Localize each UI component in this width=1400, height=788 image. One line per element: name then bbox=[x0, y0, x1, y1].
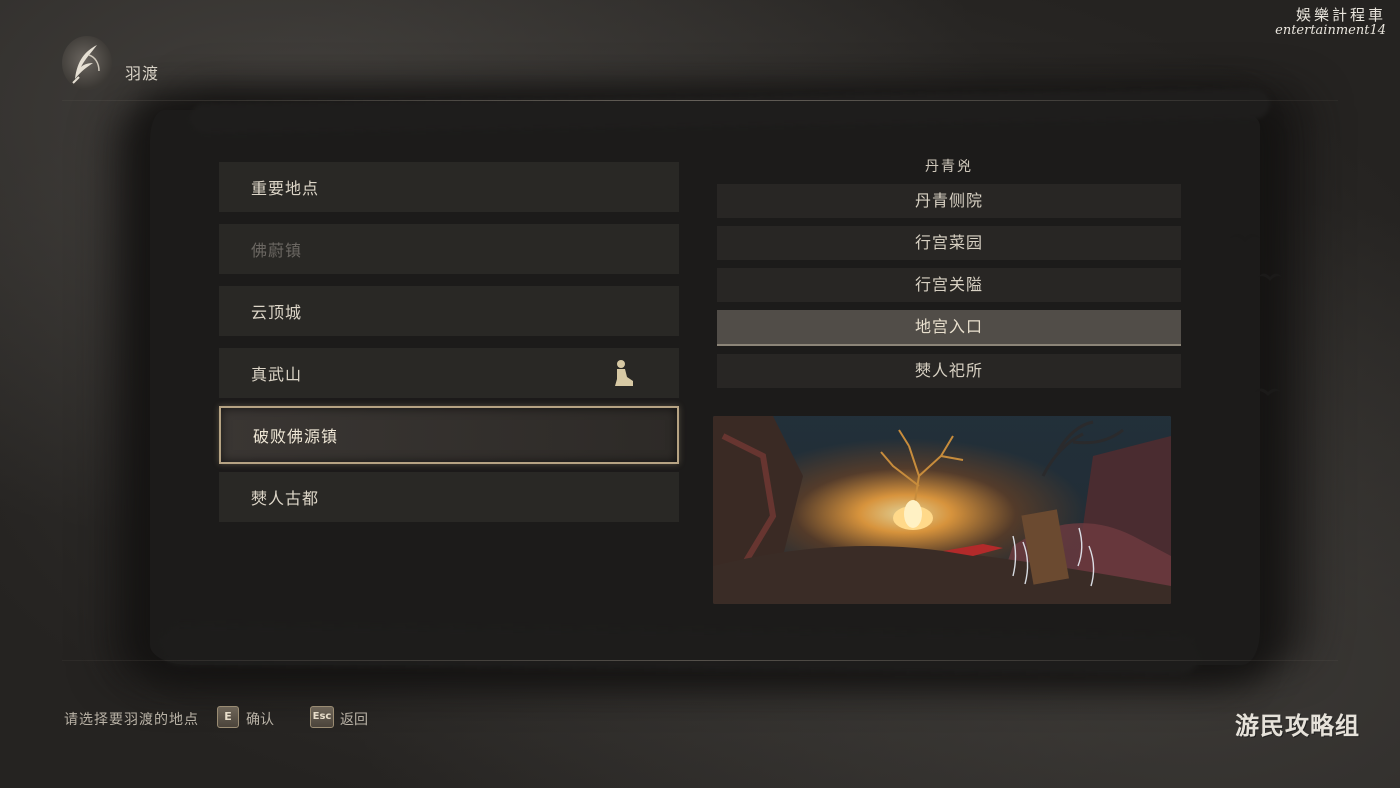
bird-silhouette-icon bbox=[1258, 273, 1282, 281]
gamersky-logo: 游民攻略组 bbox=[1235, 712, 1360, 740]
bird-silhouette-icon bbox=[1255, 388, 1281, 396]
region-item-yunding[interactable]: 云顶城 bbox=[219, 286, 679, 336]
site-item[interactable]: 僰人祀所 bbox=[717, 354, 1181, 388]
region-label: 佛蔚镇 bbox=[251, 241, 303, 260]
site-item[interactable]: 行宫关隘 bbox=[717, 268, 1181, 302]
back-label[interactable]: 返回 bbox=[340, 709, 368, 729]
back-key-icon[interactable]: Esc bbox=[310, 706, 334, 728]
page-title: 羽渡 bbox=[125, 64, 160, 83]
kneeling-figure-icon bbox=[615, 360, 633, 386]
region-label: 破败佛源镇 bbox=[253, 427, 339, 446]
region-item-zhenwu[interactable]: 真武山 bbox=[219, 348, 679, 398]
site-item[interactable]: 行宫菜园 bbox=[717, 226, 1181, 260]
bird-silhouette-icon bbox=[1230, 234, 1260, 242]
watermark-en: entertainment14 bbox=[1275, 23, 1386, 38]
site-list: 丹青兇 丹青侧院 行宫菜园 行宫关隘 地宫入口 僰人祀所 bbox=[717, 150, 1181, 396]
header-divider bbox=[62, 100, 1338, 101]
confirm-label[interactable]: 确认 bbox=[246, 709, 274, 729]
watermark-cn: 娛樂計程車 bbox=[1295, 6, 1386, 24]
location-preview-image bbox=[713, 416, 1171, 604]
footer-divider bbox=[62, 660, 1338, 661]
region-item-fuyuan[interactable]: 破败佛源镇 bbox=[219, 406, 679, 464]
region-list: 重要地点 佛蔚镇 云顶城 真武山 破败佛源镇 僰人古都 bbox=[219, 162, 679, 534]
region-item-boren[interactable]: 僰人古都 bbox=[219, 472, 679, 522]
site-item-selected[interactable]: 地宫入口 bbox=[717, 310, 1181, 346]
region-item-important[interactable]: 重要地点 bbox=[219, 162, 679, 212]
confirm-key-icon[interactable]: E bbox=[217, 706, 239, 728]
watermark: 娛樂計程車 entertainment14 bbox=[1275, 4, 1386, 38]
travel-screen: 羽渡 娛樂計程車 entertainment14 重要地点 佛蔚镇 云顶城 真武… bbox=[0, 0, 1400, 788]
region-label: 真武山 bbox=[251, 365, 303, 384]
region-label: 云顶城 bbox=[251, 303, 303, 322]
region-label: 僰人古都 bbox=[251, 489, 320, 508]
site-item[interactable]: 丹青侧院 bbox=[717, 184, 1181, 218]
region-item-fowei: 佛蔚镇 bbox=[219, 224, 679, 274]
footer-hint: 请选择要羽渡的地点 bbox=[64, 712, 199, 728]
region-label: 重要地点 bbox=[251, 179, 320, 198]
site-group-header: 丹青兇 bbox=[925, 159, 973, 175]
feather-emblem-icon bbox=[62, 36, 112, 90]
